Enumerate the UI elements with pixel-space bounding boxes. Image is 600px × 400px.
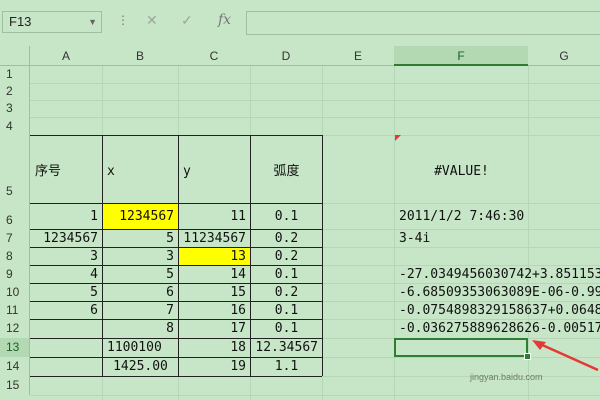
- cell-f10[interactable]: -6.68509353063089E-06-0.99: [395, 284, 600, 301]
- cell-b10[interactable]: 6: [103, 284, 178, 301]
- cell-f11[interactable]: -0.0754898329158637+0.0648: [395, 302, 600, 319]
- cell-f9[interactable]: -27.0349456030742+3.851153: [395, 266, 600, 283]
- cell-b13[interactable]: 1100100: [103, 339, 178, 356]
- cell-f12[interactable]: -0.036275889628626-0.00517: [395, 320, 600, 337]
- cell-b11[interactable]: 7: [103, 302, 178, 319]
- cell-c8[interactable]: 13: [179, 248, 250, 265]
- row-header-1[interactable]: 1: [0, 66, 30, 83]
- row-header-2[interactable]: 2: [0, 83, 30, 100]
- name-box-value: F13: [9, 14, 32, 29]
- row-header-6[interactable]: 6: [0, 203, 30, 229]
- select-all-corner[interactable]: [0, 46, 30, 66]
- cell-a5[interactable]: 序号: [31, 163, 102, 180]
- cell-a11[interactable]: 6: [31, 302, 102, 319]
- column-header-e[interactable]: E: [322, 46, 394, 66]
- table-border: [30, 135, 322, 136]
- table-border: [30, 376, 322, 377]
- cell-a8[interactable]: 3: [31, 248, 102, 265]
- cell-c7[interactable]: 11234567: [179, 230, 250, 247]
- cell-c11[interactable]: 16: [179, 302, 250, 319]
- watermark: jingyan.baidu.com: [470, 372, 543, 382]
- row-header-14[interactable]: 14: [0, 357, 30, 376]
- arrow-icon: [532, 340, 599, 372]
- gridline: [30, 83, 600, 84]
- cell-d5[interactable]: 弧度: [251, 163, 322, 180]
- cell-d11[interactable]: 0.1: [251, 302, 322, 319]
- cell-c9[interactable]: 14: [179, 266, 250, 283]
- row-header-12[interactable]: 12: [0, 319, 30, 338]
- cell-d7[interactable]: 0.2: [251, 230, 322, 247]
- function-icon[interactable]: fx: [218, 12, 231, 28]
- gridline: [30, 117, 600, 118]
- cell-d8[interactable]: 0.2: [251, 248, 322, 265]
- cell-b8[interactable]: 3: [103, 248, 178, 265]
- confirm-icon[interactable]: ✓: [181, 12, 193, 29]
- name-box[interactable]: F13 ▼: [2, 11, 102, 33]
- cell-b14[interactable]: 1425.00: [103, 358, 178, 375]
- row-header-11[interactable]: 11: [0, 301, 30, 319]
- cell-d12[interactable]: 0.1: [251, 320, 322, 337]
- row-header-8[interactable]: 8: [0, 247, 30, 265]
- cell-d14[interactable]: 1.1: [251, 358, 322, 375]
- active-cell-f13[interactable]: [394, 338, 528, 357]
- column-header-g[interactable]: G: [528, 46, 600, 66]
- column-header-f[interactable]: F: [394, 46, 528, 66]
- cell-b12[interactable]: 8: [103, 320, 178, 337]
- cell-d10[interactable]: 0.2: [251, 284, 322, 301]
- row-header-10[interactable]: 10: [0, 283, 30, 301]
- cell-d9[interactable]: 0.1: [251, 266, 322, 283]
- row-header-7[interactable]: 7: [0, 229, 30, 247]
- formula-bar: F13 ▼ ⋮ ✕ ✓ fx: [0, 0, 600, 46]
- table-border: [30, 203, 322, 204]
- cell-d6[interactable]: 0.1: [251, 208, 322, 225]
- cell-f5[interactable]: #VALUE!: [395, 163, 528, 180]
- cancel-icon[interactable]: ✕: [146, 12, 158, 29]
- chevron-down-icon[interactable]: ▼: [88, 12, 97, 32]
- cell-a6[interactable]: 1: [31, 208, 102, 225]
- column-header-b[interactable]: B: [102, 46, 178, 66]
- cell-b7[interactable]: 5: [103, 230, 178, 247]
- row-header-13[interactable]: 13: [0, 338, 30, 357]
- cell-c10[interactable]: 15: [179, 284, 250, 301]
- cell-f7[interactable]: 3-4i: [395, 230, 600, 247]
- formula-input[interactable]: [246, 11, 600, 35]
- table-border: [322, 135, 323, 376]
- column-header-d[interactable]: D: [250, 46, 322, 66]
- row-header-3[interactable]: 3: [0, 100, 30, 117]
- cell-a9[interactable]: 4: [31, 266, 102, 283]
- row-header-4[interactable]: 4: [0, 117, 30, 135]
- cell-b6[interactable]: 1234567: [103, 208, 178, 225]
- cell-b9[interactable]: 5: [103, 266, 178, 283]
- comment-indicator: [395, 135, 401, 141]
- row-header-9[interactable]: 9: [0, 265, 30, 283]
- column-header-c[interactable]: C: [178, 46, 250, 66]
- row-header-5[interactable]: 5: [0, 135, 30, 203]
- cell-f6[interactable]: 2011/1/2 7:46:30: [395, 208, 600, 225]
- cell-c6[interactable]: 11: [179, 208, 250, 225]
- cell-a10[interactable]: 5: [31, 284, 102, 301]
- gridline: [30, 395, 600, 396]
- cell-c12[interactable]: 17: [179, 320, 250, 337]
- cell-b5[interactable]: x: [103, 163, 178, 180]
- cell-d13[interactable]: 12.34567: [251, 339, 322, 356]
- more-options-icon[interactable]: ⋮: [117, 13, 129, 27]
- gridline: [30, 100, 600, 101]
- cell-c5[interactable]: y: [179, 163, 250, 180]
- cell-a7[interactable]: 1234567: [31, 230, 102, 247]
- row-header-15[interactable]: 15: [0, 376, 30, 395]
- column-header-a[interactable]: A: [30, 46, 102, 66]
- cell-c14[interactable]: 19: [179, 358, 250, 375]
- cell-c13[interactable]: 18: [179, 339, 250, 356]
